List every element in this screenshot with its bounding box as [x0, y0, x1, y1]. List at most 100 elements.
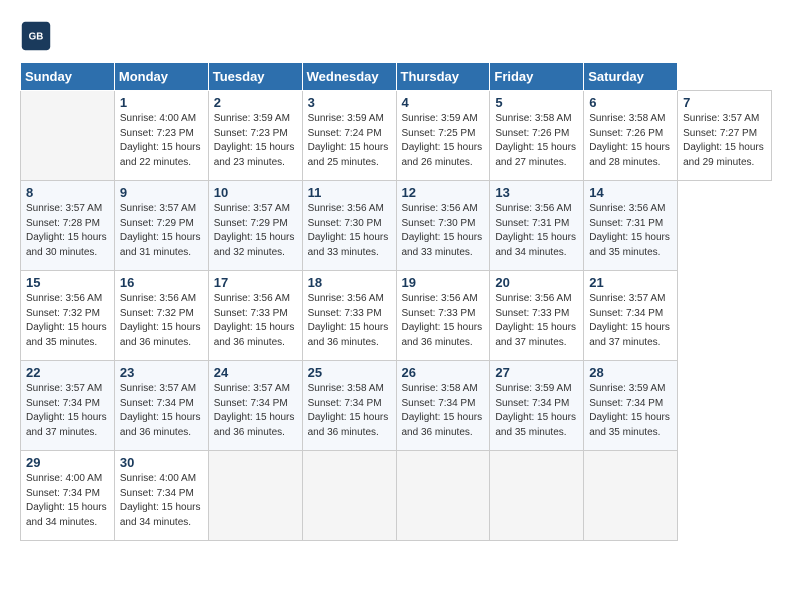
calendar-day-16: 16 Sunrise: 3:56 AMSunset: 7:32 PMDayligh…	[114, 271, 208, 361]
day-number: 28	[589, 365, 672, 380]
day-number: 6	[589, 95, 672, 110]
header-monday: Monday	[114, 63, 208, 91]
logo-icon: GB	[20, 20, 52, 52]
calendar-day-12: 12 Sunrise: 3:56 AMSunset: 7:30 PMDayligh…	[396, 181, 490, 271]
calendar-week-1: 1 Sunrise: 4:00 AMSunset: 7:23 PMDaylight…	[21, 91, 772, 181]
day-info: Sunrise: 3:56 AMSunset: 7:32 PMDaylight:…	[26, 292, 109, 350]
day-info: Sunrise: 3:57 AMSunset: 7:29 PMDaylight:…	[120, 202, 203, 260]
day-info: Sunrise: 3:57 AMSunset: 7:34 PMDaylight:…	[214, 382, 297, 440]
day-number: 10	[214, 185, 297, 200]
calendar-day-17: 17 Sunrise: 3:56 AMSunset: 7:33 PMDayligh…	[208, 271, 302, 361]
day-info: Sunrise: 3:56 AMSunset: 7:33 PMDaylight:…	[402, 292, 485, 350]
calendar-day-19: 19 Sunrise: 3:56 AMSunset: 7:33 PMDayligh…	[396, 271, 490, 361]
day-info: Sunrise: 3:57 AMSunset: 7:34 PMDaylight:…	[26, 382, 109, 440]
day-info: Sunrise: 3:56 AMSunset: 7:31 PMDaylight:…	[589, 202, 672, 260]
calendar-day-26: 26 Sunrise: 3:58 AMSunset: 7:34 PMDayligh…	[396, 361, 490, 451]
day-number: 3	[308, 95, 391, 110]
day-number: 15	[26, 275, 109, 290]
day-info: Sunrise: 3:56 AMSunset: 7:32 PMDaylight:…	[120, 292, 203, 350]
calendar-week-3: 15 Sunrise: 3:56 AMSunset: 7:32 PMDayligh…	[21, 271, 772, 361]
day-info: Sunrise: 3:58 AMSunset: 7:34 PMDaylight:…	[308, 382, 391, 440]
calendar-day-24: 24Sunrise: 3:57 AMSunset: 7:34 PMDayligh…	[208, 361, 302, 451]
calendar-day-8: 8 Sunrise: 3:57 AMSunset: 7:28 PMDaylight…	[21, 181, 115, 271]
day-number: 1	[120, 95, 203, 110]
calendar-day-25: 25Sunrise: 3:58 AMSunset: 7:34 PMDayligh…	[302, 361, 396, 451]
calendar-day-29: 29 Sunrise: 4:00 AMSunset: 7:34 PMDayligh…	[21, 451, 115, 541]
calendar-header-row: SundayMondayTuesdayWednesdayThursdayFrid…	[21, 63, 772, 91]
calendar-week-2: 8 Sunrise: 3:57 AMSunset: 7:28 PMDaylight…	[21, 181, 772, 271]
calendar-day-23: 23 Sunrise: 3:57 AMSunset: 7:34 PMDayligh…	[114, 361, 208, 451]
calendar-day-15: 15 Sunrise: 3:56 AMSunset: 7:32 PMDayligh…	[21, 271, 115, 361]
day-number: 14	[589, 185, 672, 200]
calendar-day-11: 11 Sunrise: 3:56 AMSunset: 7:30 PMDayligh…	[302, 181, 396, 271]
day-info: Sunrise: 3:56 AMSunset: 7:33 PMDaylight:…	[495, 292, 578, 350]
day-number: 18	[308, 275, 391, 290]
day-number: 4	[402, 95, 485, 110]
calendar-day-18: 18 Sunrise: 3:56 AMSunset: 7:33 PMDayligh…	[302, 271, 396, 361]
day-number: 22	[26, 365, 109, 380]
day-info: Sunrise: 3:56 AMSunset: 7:33 PMDaylight:…	[214, 292, 297, 350]
day-number: 30	[120, 455, 203, 470]
day-number: 7	[683, 95, 766, 110]
calendar-day-empty	[208, 451, 302, 541]
day-number: 27	[495, 365, 578, 380]
day-info: Sunrise: 3:58 AMSunset: 7:34 PMDaylight:…	[402, 382, 485, 440]
day-number: 21	[589, 275, 672, 290]
day-number: 13	[495, 185, 578, 200]
day-info: Sunrise: 4:00 AMSunset: 7:23 PMDaylight:…	[120, 112, 203, 170]
day-number: 11	[308, 185, 391, 200]
calendar-day-9: 9 Sunrise: 3:57 AMSunset: 7:29 PMDaylight…	[114, 181, 208, 271]
calendar-table: SundayMondayTuesdayWednesdayThursdayFrid…	[20, 62, 772, 541]
day-info: Sunrise: 3:57 AMSunset: 7:29 PMDaylight:…	[214, 202, 297, 260]
day-number: 26	[402, 365, 485, 380]
calendar-day-empty	[21, 91, 115, 181]
day-number: 17	[214, 275, 297, 290]
calendar-day-empty	[490, 451, 584, 541]
day-info: Sunrise: 3:56 AMSunset: 7:31 PMDaylight:…	[495, 202, 578, 260]
day-info: Sunrise: 3:56 AMSunset: 7:30 PMDaylight:…	[308, 202, 391, 260]
calendar-day-28: 28 Sunrise: 3:59 AMSunset: 7:34 PMDayligh…	[584, 361, 678, 451]
day-info: Sunrise: 3:57 AMSunset: 7:34 PMDaylight:…	[589, 292, 672, 350]
header-wednesday: Wednesday	[302, 63, 396, 91]
day-info: Sunrise: 3:59 AMSunset: 7:34 PMDaylight:…	[589, 382, 672, 440]
day-number: 16	[120, 275, 203, 290]
day-number: 12	[402, 185, 485, 200]
day-info: Sunrise: 3:56 AMSunset: 7:30 PMDaylight:…	[402, 202, 485, 260]
calendar-week-5: 29 Sunrise: 4:00 AMSunset: 7:34 PMDayligh…	[21, 451, 772, 541]
day-number: 23	[120, 365, 203, 380]
calendar-day-30: 30Sunrise: 4:00 AMSunset: 7:34 PMDayligh…	[114, 451, 208, 541]
day-number: 9	[120, 185, 203, 200]
calendar-day-14: 14 Sunrise: 3:56 AMSunset: 7:31 PMDayligh…	[584, 181, 678, 271]
header-tuesday: Tuesday	[208, 63, 302, 91]
calendar-day-4: 4 Sunrise: 3:59 AMSunset: 7:25 PMDaylight…	[396, 91, 490, 181]
calendar-day-6: 6Sunrise: 3:58 AMSunset: 7:26 PMDaylight…	[584, 91, 678, 181]
day-info: Sunrise: 3:59 AMSunset: 7:24 PMDaylight:…	[308, 112, 391, 170]
day-info: Sunrise: 3:57 AMSunset: 7:28 PMDaylight:…	[26, 202, 109, 260]
calendar-week-4: 22 Sunrise: 3:57 AMSunset: 7:34 PMDayligh…	[21, 361, 772, 451]
day-info: Sunrise: 3:56 AMSunset: 7:33 PMDaylight:…	[308, 292, 391, 350]
day-info: Sunrise: 3:57 AMSunset: 7:34 PMDaylight:…	[120, 382, 203, 440]
calendar-day-empty	[396, 451, 490, 541]
calendar-day-1: 1 Sunrise: 4:00 AMSunset: 7:23 PMDaylight…	[114, 91, 208, 181]
calendar-day-7: 7 Sunrise: 3:57 AMSunset: 7:27 PMDaylight…	[678, 91, 772, 181]
day-info: Sunrise: 3:58 AMSunset: 7:26 PMDaylight:…	[495, 112, 578, 170]
day-info: Sunrise: 3:59 AMSunset: 7:25 PMDaylight:…	[402, 112, 485, 170]
header-thursday: Thursday	[396, 63, 490, 91]
day-number: 20	[495, 275, 578, 290]
day-number: 5	[495, 95, 578, 110]
logo: GB	[20, 20, 56, 52]
day-number: 2	[214, 95, 297, 110]
day-number: 19	[402, 275, 485, 290]
day-info: Sunrise: 3:59 AMSunset: 7:23 PMDaylight:…	[214, 112, 297, 170]
day-number: 8	[26, 185, 109, 200]
day-info: Sunrise: 3:59 AMSunset: 7:34 PMDaylight:…	[495, 382, 578, 440]
calendar-day-10: 10 Sunrise: 3:57 AMSunset: 7:29 PMDayligh…	[208, 181, 302, 271]
calendar-day-20: 20 Sunrise: 3:56 AMSunset: 7:33 PMDayligh…	[490, 271, 584, 361]
calendar-day-2: 2 Sunrise: 3:59 AMSunset: 7:23 PMDaylight…	[208, 91, 302, 181]
calendar-day-21: 21 Sunrise: 3:57 AMSunset: 7:34 PMDayligh…	[584, 271, 678, 361]
page-header: GB	[20, 20, 772, 52]
calendar-day-empty	[584, 451, 678, 541]
day-number: 29	[26, 455, 109, 470]
day-info: Sunrise: 4:00 AMSunset: 7:34 PMDaylight:…	[26, 472, 109, 530]
day-info: Sunrise: 3:57 AMSunset: 7:27 PMDaylight:…	[683, 112, 766, 170]
